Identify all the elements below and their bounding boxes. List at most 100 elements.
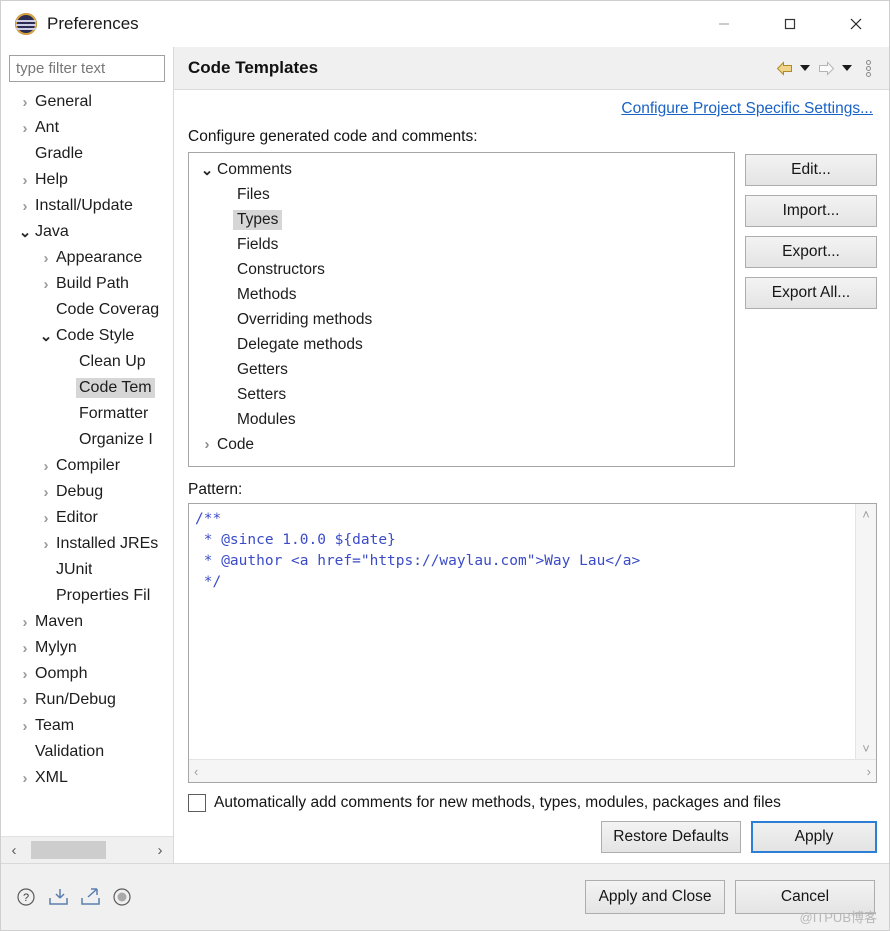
sidebar-item-ant[interactable]: ›Ant — [1, 115, 173, 141]
sidebar-item-oomph[interactable]: ›Oomph — [1, 661, 173, 687]
sidebar-item-code-tem[interactable]: Code Tem — [1, 375, 173, 401]
template-item-label: Comments — [217, 161, 292, 179]
template-item-files[interactable]: Files — [189, 182, 734, 207]
template-item-delegate-methods[interactable]: Delegate methods — [189, 332, 734, 357]
template-item-code[interactable]: ›Code — [189, 432, 734, 457]
template-item-modules[interactable]: Modules — [189, 407, 734, 432]
template-item-overriding-methods[interactable]: Overriding methods — [189, 307, 734, 332]
sidebar-tree-scroll[interactable]: ›General›AntGradle›Help›Install/Update⌄J… — [1, 86, 173, 836]
pattern-scroll-right-icon[interactable]: › — [867, 764, 871, 779]
sidebar-item-code-coverag[interactable]: Code Coverag — [1, 297, 173, 323]
sidebar-item-properties-fil[interactable]: Properties Fil — [1, 583, 173, 609]
template-item-getters[interactable]: Getters — [189, 357, 734, 382]
project-link-row: Configure Project Specific Settings... — [188, 100, 877, 118]
chevron-right-icon[interactable]: › — [15, 640, 35, 657]
sidebar-item-mylyn[interactable]: ›Mylyn — [1, 635, 173, 661]
sidebar-item-appearance[interactable]: ›Appearance — [1, 245, 173, 271]
sidebar-item-run-debug[interactable]: ›Run/Debug — [1, 687, 173, 713]
template-item-setters[interactable]: Setters — [189, 382, 734, 407]
auto-comments-row[interactable]: Automatically add comments for new metho… — [188, 794, 877, 812]
help-icon[interactable]: ? — [15, 886, 37, 908]
code-templates-tree[interactable]: ⌄CommentsFilesTypesFieldsConstructorsMet… — [188, 152, 735, 467]
sidebar-item-build-path[interactable]: ›Build Path — [1, 271, 173, 297]
sidebar-item-gradle[interactable]: Gradle — [1, 141, 173, 167]
sidebar-item-debug[interactable]: ›Debug — [1, 479, 173, 505]
chevron-right-icon[interactable]: › — [15, 770, 35, 787]
filter-wrapper — [1, 47, 173, 86]
export-preferences-icon[interactable] — [79, 886, 101, 908]
template-item-methods[interactable]: Methods — [189, 282, 734, 307]
minimize-button[interactable] — [691, 1, 757, 47]
chevron-right-icon[interactable]: › — [15, 172, 35, 189]
sidebar-item-validation[interactable]: Validation — [1, 739, 173, 765]
apply-and-close-button[interactable]: Apply and Close — [585, 880, 725, 914]
scrollbar-thumb[interactable] — [31, 841, 106, 859]
template-item-fields[interactable]: Fields — [189, 232, 734, 257]
chevron-right-icon[interactable]: › — [15, 614, 35, 631]
chevron-right-icon[interactable]: › — [36, 458, 56, 475]
sidebar-item-formatter[interactable]: Formatter — [1, 401, 173, 427]
sidebar-item-editor[interactable]: ›Editor — [1, 505, 173, 531]
export-all-button[interactable]: Export All... — [745, 277, 877, 309]
scroll-left-icon[interactable]: ‹ — [1, 837, 27, 863]
chevron-right-icon[interactable]: › — [15, 94, 35, 111]
chevron-right-icon[interactable]: › — [36, 250, 56, 267]
chevron-down-icon[interactable]: ⌄ — [197, 161, 217, 179]
template-item-types[interactable]: Types — [189, 207, 734, 232]
maximize-button[interactable] — [757, 1, 823, 47]
pattern-horizontal-scrollbar[interactable]: ‹ › — [189, 759, 876, 782]
scroll-right-icon[interactable]: › — [147, 837, 173, 863]
edit-button[interactable]: Edit... — [745, 154, 877, 186]
sidebar-item-maven[interactable]: ›Maven — [1, 609, 173, 635]
auto-comments-checkbox[interactable] — [188, 794, 206, 812]
chevron-down-icon[interactable]: ⌄ — [15, 223, 35, 241]
chevron-right-icon[interactable]: › — [15, 198, 35, 215]
template-item-constructors[interactable]: Constructors — [189, 257, 734, 282]
sidebar-item-xml[interactable]: ›XML — [1, 765, 173, 791]
forward-dropdown-icon[interactable] — [839, 55, 855, 81]
forward-arrow-icon[interactable] — [815, 55, 837, 81]
sidebar-item-code-style[interactable]: ⌄Code Style — [1, 323, 173, 349]
chevron-right-icon[interactable]: › — [15, 718, 35, 735]
apply-button[interactable]: Apply — [751, 821, 877, 853]
search-input[interactable] — [9, 55, 165, 82]
chevron-right-icon[interactable]: › — [36, 484, 56, 501]
export-button[interactable]: Export... — [745, 236, 877, 268]
sidebar-item-team[interactable]: ›Team — [1, 713, 173, 739]
chevron-right-icon[interactable]: › — [197, 436, 217, 453]
close-button[interactable] — [823, 1, 889, 47]
pattern-scroll-left-icon[interactable]: ‹ — [194, 764, 198, 779]
oomph-recorder-icon[interactable] — [111, 886, 133, 908]
back-arrow-icon[interactable] — [773, 55, 795, 81]
sidebar-item-help[interactable]: ›Help — [1, 167, 173, 193]
view-menu-icon[interactable] — [857, 55, 879, 81]
chevron-down-icon[interactable]: ⌄ — [36, 327, 56, 345]
sidebar-item-compiler[interactable]: ›Compiler — [1, 453, 173, 479]
sidebar-item-organize-i[interactable]: Organize I — [1, 427, 173, 453]
watermark: @ITPUB博客 — [800, 907, 877, 926]
pattern-code-text: /** * @since 1.0.0 ${date} * @author <a … — [189, 504, 855, 759]
chevron-right-icon[interactable]: › — [15, 692, 35, 709]
import-button[interactable]: Import... — [745, 195, 877, 227]
scroll-up-icon[interactable]: ˄ — [862, 507, 870, 522]
sidebar-item-java[interactable]: ⌄Java — [1, 219, 173, 245]
sidebar-item-label: Mylyn — [35, 639, 77, 657]
sidebar-item-junit[interactable]: JUnit — [1, 557, 173, 583]
template-item-comments[interactable]: ⌄Comments — [189, 157, 734, 182]
sidebar-item-clean-up[interactable]: Clean Up — [1, 349, 173, 375]
sidebar-item-general[interactable]: ›General — [1, 89, 173, 115]
pattern-vertical-scrollbar[interactable]: ˄ ˅ — [855, 504, 876, 759]
chevron-right-icon[interactable]: › — [36, 276, 56, 293]
scroll-down-icon[interactable]: ˅ — [862, 741, 870, 756]
chevron-right-icon[interactable]: › — [15, 120, 35, 137]
import-preferences-icon[interactable] — [47, 886, 69, 908]
sidebar-item-installed-jres[interactable]: ›Installed JREs — [1, 531, 173, 557]
sidebar-horizontal-scrollbar[interactable]: ‹ › — [1, 836, 173, 863]
back-dropdown-icon[interactable] — [797, 55, 813, 81]
chevron-right-icon[interactable]: › — [15, 666, 35, 683]
chevron-right-icon[interactable]: › — [36, 536, 56, 553]
restore-defaults-button[interactable]: Restore Defaults — [601, 821, 741, 853]
configure-project-specific-settings-link[interactable]: Configure Project Specific Settings... — [621, 100, 873, 118]
sidebar-item-install-update[interactable]: ›Install/Update — [1, 193, 173, 219]
chevron-right-icon[interactable]: › — [36, 510, 56, 527]
